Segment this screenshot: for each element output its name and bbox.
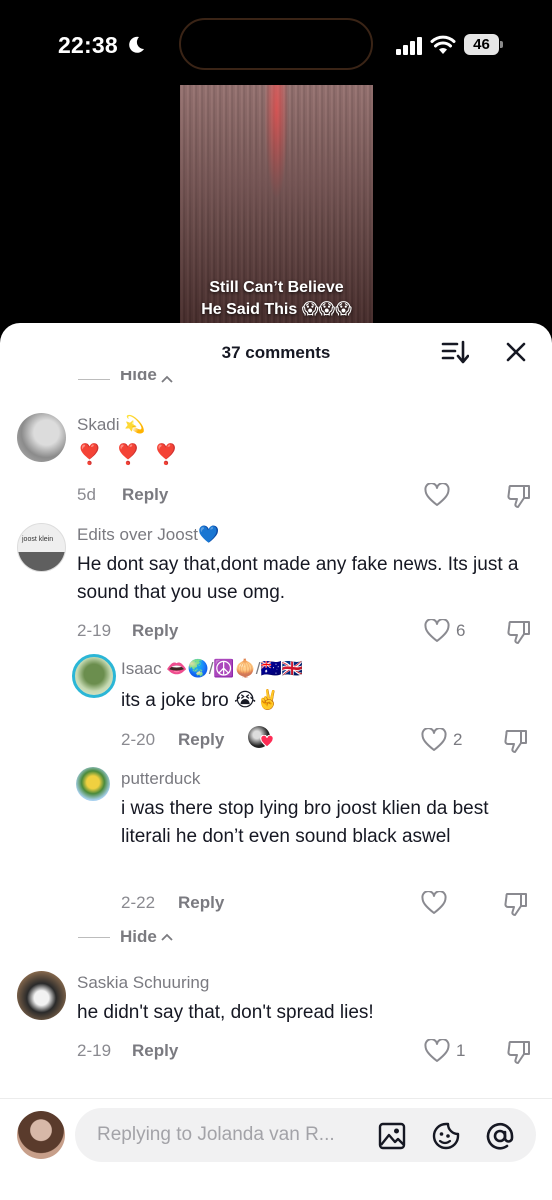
battery-icon: 46 <box>464 34 504 55</box>
sort-icon[interactable] <box>441 339 469 365</box>
comment-username[interactable]: Skadi 💫 <box>77 415 145 435</box>
comment-username[interactable]: putterduck <box>121 769 200 789</box>
reply-input[interactable]: Replying to Jolanda van R... <box>75 1108 536 1162</box>
like-count: 2 <box>453 730 463 749</box>
reply-button[interactable]: Reply <box>178 893 224 913</box>
heart-icon <box>260 735 274 748</box>
dislike-icon[interactable] <box>503 728 529 754</box>
comment-date: 2-19 <box>77 621 112 640</box>
status-bar: 22:38 46 <box>0 0 552 90</box>
moon-icon <box>129 36 144 53</box>
comments-sheet: 37 comments Hide Skadi 💫 ❣️ ❣️ ❣️ 5d Rep… <box>0 323 552 1200</box>
reply-button[interactable]: Reply <box>122 485 168 505</box>
creator-liked-badge <box>248 726 274 750</box>
user-avatar[interactable] <box>17 1111 65 1159</box>
reply-bar: Replying to Jolanda van R... <box>0 1098 552 1200</box>
heart-icon <box>421 728 447 751</box>
dislike-icon[interactable] <box>506 619 532 645</box>
hide-replies-top[interactable]: Hide <box>78 371 173 387</box>
hide-replies-button[interactable]: Hide <box>78 927 173 947</box>
video-caption: Still Can’t Believe He Said This 😱😱😱 <box>201 279 352 318</box>
comment-username[interactable]: Edits over Joost💙 <box>77 525 219 545</box>
like-button[interactable]: 1 <box>424 1039 465 1063</box>
sticker-icon[interactable] <box>431 1121 461 1151</box>
comment-date: 5d <box>77 485 96 504</box>
heart-icon <box>424 619 450 642</box>
comment-date: 2-22 <box>121 893 156 912</box>
comment-text: its a joke bro 😭✌️ <box>121 690 280 711</box>
signal-icon <box>396 37 422 55</box>
reply-button[interactable]: Reply <box>132 621 178 641</box>
like-button[interactable] <box>421 891 447 915</box>
comment-date: 2-20 <box>121 730 156 749</box>
comment-text: i was there stop lying bro joost klien d… <box>121 798 489 847</box>
comments-count: 37 comments <box>221 343 331 362</box>
like-button[interactable]: 6 <box>424 619 465 643</box>
avatar[interactable] <box>17 971 66 1020</box>
mention-icon[interactable] <box>485 1121 515 1151</box>
reply-button[interactable]: Reply <box>132 1041 178 1061</box>
battery-level: 46 <box>464 34 499 55</box>
chevron-up-icon <box>161 375 173 383</box>
avatar[interactable] <box>72 654 116 698</box>
comment-text: he didn't say that, don't spread lies! <box>77 1002 374 1023</box>
dislike-icon[interactable] <box>503 891 529 917</box>
heart-icon <box>421 891 447 914</box>
dynamic-island <box>179 18 373 70</box>
heart-icon <box>424 483 450 506</box>
like-count: 6 <box>456 621 466 640</box>
chevron-up-icon <box>161 933 173 941</box>
image-icon[interactable] <box>377 1121 407 1151</box>
reply-placeholder: Replying to Jolanda van R... <box>97 1124 335 1145</box>
heart-icon <box>424 1039 450 1062</box>
comment-username[interactable]: Saskia Schuuring <box>77 973 209 993</box>
dislike-icon[interactable] <box>506 1039 532 1065</box>
wifi-icon <box>430 35 456 54</box>
avatar[interactable] <box>17 413 66 462</box>
comment-username[interactable]: Isaac 👄🌏/☮️🧅/🇦🇺🇬🇧 <box>121 659 303 679</box>
avatar[interactable] <box>76 767 110 801</box>
comment-text: ❣️ ❣️ ❣️ <box>77 444 183 466</box>
reply-button[interactable]: Reply <box>178 730 224 750</box>
avatar[interactable]: joost klein <box>17 523 66 572</box>
like-button[interactable] <box>424 483 450 507</box>
dislike-icon[interactable] <box>506 483 532 509</box>
status-time: 22:38 <box>58 32 118 58</box>
like-count: 1 <box>456 1041 466 1060</box>
like-button[interactable]: 2 <box>421 728 462 752</box>
close-icon[interactable] <box>505 341 527 363</box>
comment-text: He dont say that,dont made any fake news… <box>77 554 519 603</box>
comment-date: 2-19 <box>77 1041 112 1060</box>
video-thumbnail[interactable]: Still Can’t Believe He Said This 😱😱😱 <box>180 85 373 330</box>
